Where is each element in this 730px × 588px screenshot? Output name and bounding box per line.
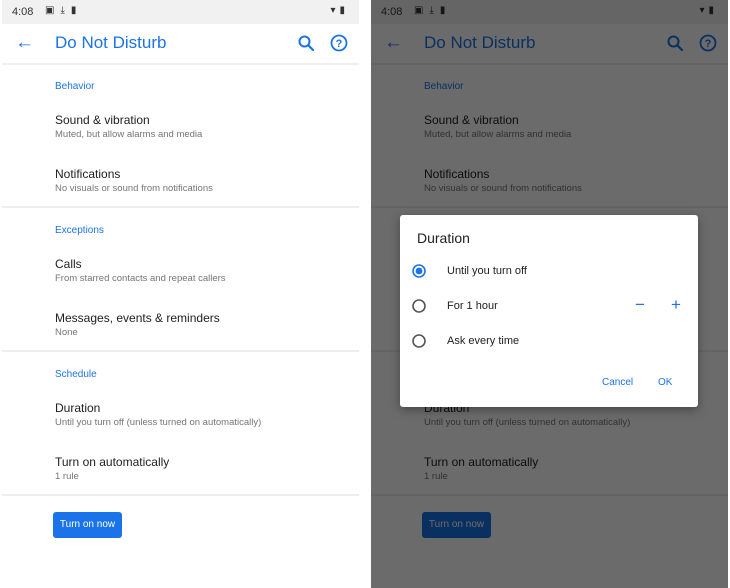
duration-title[interactable]: Duration	[55, 401, 100, 415]
sound-vibration-subtitle: Muted, but allow alarms and media	[55, 129, 203, 140]
option-for-1-hour[interactable]: For 1 hour	[412, 294, 608, 318]
divider	[2, 494, 359, 496]
option-until-turn-off[interactable]: Until you turn off	[412, 259, 686, 283]
duration-dialog: Duration Until you turn off For 1 hour −…	[400, 215, 698, 407]
gallery-icon: ▣	[45, 5, 61, 16]
battery-icon: ▮	[339, 5, 349, 16]
status-time: 4:08	[12, 6, 34, 18]
section-header-exceptions: Exceptions	[55, 225, 104, 236]
svg-text:?: ?	[336, 38, 343, 50]
help-icon[interactable]: ?	[330, 34, 348, 52]
dialog-title: Duration	[417, 230, 470, 246]
turn-on-automatically-title[interactable]: Turn on automatically	[55, 455, 169, 469]
status-bar: 4:08 ▣⤓▮ ▾▮	[2, 0, 359, 24]
notifications-subtitle: No visuals or sound from notifications	[55, 183, 213, 194]
option-label: Until you turn off	[447, 265, 527, 277]
option-ask-every-time[interactable]: Ask every time	[412, 329, 686, 353]
radio-unselected-icon[interactable]	[412, 299, 426, 313]
messages-title[interactable]: Messages, events & reminders	[55, 311, 220, 325]
calls-subtitle: From starred contacts and repeat callers	[55, 273, 226, 284]
notifications-title[interactable]: Notifications	[55, 167, 120, 181]
divider	[2, 350, 359, 352]
divider	[2, 206, 359, 208]
option-label: Ask every time	[447, 335, 520, 347]
cancel-button[interactable]: Cancel	[602, 377, 633, 388]
turn-on-now-button[interactable]: Turn on now	[53, 512, 122, 538]
radio-unselected-icon[interactable]	[412, 334, 426, 348]
radio-selected-icon[interactable]	[412, 264, 426, 278]
sound-vibration-title[interactable]: Sound & vibration	[55, 113, 150, 127]
divider	[2, 63, 359, 65]
settings-screen: 4:08 ▣⤓▮ ▾▮ ← Do Not Disturb ? Behavior …	[2, 0, 359, 588]
increase-duration-button[interactable]: +	[668, 296, 684, 314]
section-header-behavior: Behavior	[55, 81, 95, 92]
option-label: For 1 hour	[447, 300, 498, 312]
page-title: Do Not Disturb	[55, 33, 167, 52]
search-icon[interactable]	[297, 34, 315, 52]
app-bar: ← Do Not Disturb ?	[2, 24, 359, 64]
decrease-duration-button[interactable]: −	[632, 296, 648, 314]
status-left-icons: ▣⤓▮	[45, 5, 82, 16]
section-header-schedule: Schedule	[55, 369, 97, 380]
arrow-back-icon[interactable]: ←	[15, 32, 34, 54]
messages-subtitle: None	[55, 327, 78, 338]
turn-on-automatically-subtitle: 1 rule	[55, 471, 79, 482]
download-icon: ⤓	[60, 5, 71, 16]
calls-title[interactable]: Calls	[55, 257, 82, 271]
ok-button[interactable]: OK	[658, 377, 672, 388]
status-right-icons: ▾▮	[330, 5, 349, 16]
settings-screen-with-dialog: 4:08 ▣⤓▮ ▾▮ ← Do Not Disturb ? Behavior …	[371, 0, 728, 588]
duration-subtitle: Until you turn off (unless turned on aut…	[55, 417, 262, 428]
battery-saver-icon: ▮	[70, 5, 83, 16]
